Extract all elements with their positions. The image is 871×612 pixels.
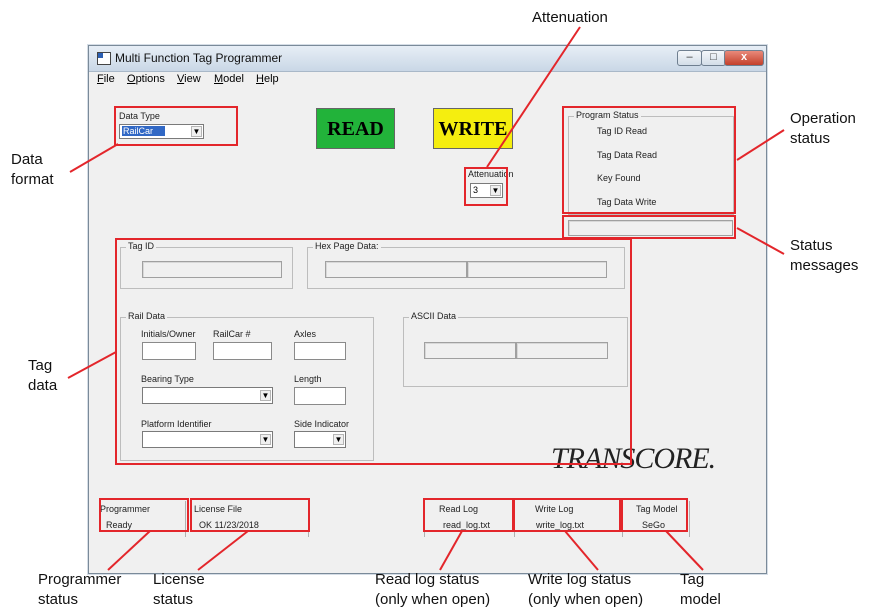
callout-data-format: Data format xyxy=(11,151,54,188)
callout-attenuation: Attenuation xyxy=(532,9,608,26)
callout-write-log-status: Write log status (only when open) xyxy=(528,571,644,608)
callout-read-log-status: Read log status (only when open) xyxy=(375,571,491,608)
callout-license-status: License status xyxy=(153,571,205,608)
callout-tag-model: Tag model xyxy=(680,571,721,608)
callout-status-messages: Status messages xyxy=(790,237,859,274)
callout-leader-lines xyxy=(67,26,785,571)
callout-tag-data: Tag data xyxy=(28,357,58,394)
callout-programmer-status: Programmer status xyxy=(38,571,122,608)
callout-operation-status: Operation status xyxy=(790,110,856,147)
